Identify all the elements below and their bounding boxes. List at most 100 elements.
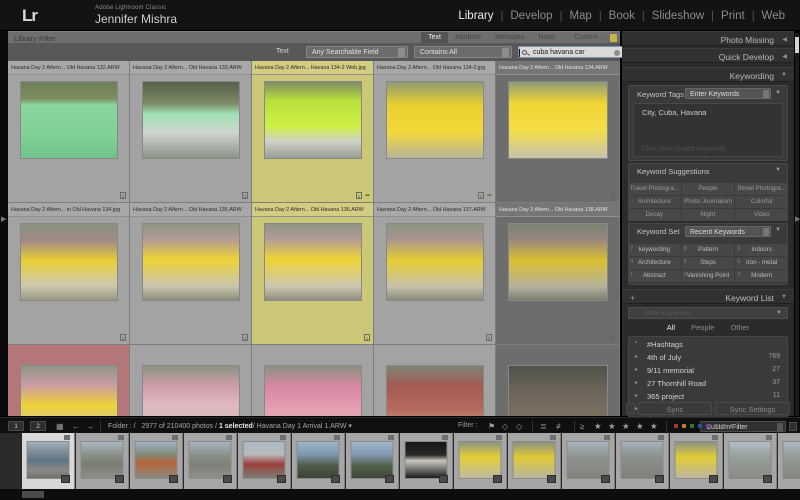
filmstrip-thumbnail-cell[interactable]: [22, 433, 75, 489]
filmstrip[interactable]: ⋯: [0, 433, 800, 500]
keyword-set-dropdown[interactable]: Recent Keywords: [685, 226, 771, 237]
grid-cell[interactable]: Havana Day 2 Aftern... Old Havana 135.AR…: [130, 203, 252, 345]
grid-cell[interactable]: Havana Day 2 Aftern... Havana 134-2 Web.…: [252, 61, 374, 203]
keyword-badge-icon[interactable]: 1: [610, 334, 616, 341]
filmstrip-thumbnail[interactable]: [242, 441, 286, 479]
filmstrip-thumbnail-cell[interactable]: [346, 433, 399, 489]
keyword-badge-icon[interactable]: 1: [477, 192, 484, 199]
filmstrip-thumbnail-cell[interactable]: [454, 433, 507, 489]
filmstrip-thumbnail-cell[interactable]: [400, 433, 453, 489]
virtual-copy-icon[interactable]: ➦: [365, 192, 370, 199]
filmstrip-badge-icon[interactable]: [547, 475, 556, 483]
filmstrip-flag-icon[interactable]: [766, 435, 772, 440]
photo-thumbnail[interactable]: [19, 223, 118, 301]
rating-gte-icon[interactable]: ≥: [580, 422, 584, 431]
filmstrip-flag-icon[interactable]: [712, 435, 718, 440]
filter-preset-label[interactable]: Custom ...: [574, 34, 606, 41]
filmstrip-flag-icon[interactable]: [280, 435, 286, 440]
photo-thumbnail[interactable]: [507, 81, 608, 159]
photo-thumbnail[interactable]: [385, 81, 484, 159]
photo-thumbnail[interactable]: [19, 365, 118, 416]
filmstrip-flag-icon[interactable]: [550, 435, 556, 440]
module-print[interactable]: Print: [714, 10, 752, 22]
flag-pick-icon[interactable]: ⚑: [488, 422, 495, 431]
color-label-swatch[interactable]: [698, 424, 702, 428]
keyword-suggestion[interactable]: Street Photogra...: [735, 183, 788, 195]
disclosure-triangle-icon[interactable]: ▪: [635, 340, 637, 346]
filmstrip-thumbnail-cell[interactable]: [616, 433, 669, 489]
right-panel-scrollbar[interactable]: [795, 33, 799, 416]
photo-thumbnail[interactable]: [263, 81, 362, 159]
photo-thumbnail[interactable]: [19, 81, 118, 159]
disclosure-triangle-icon[interactable]: ▸: [635, 353, 638, 360]
filmstrip-thumbnail[interactable]: [350, 441, 394, 479]
filmstrip-flag-icon[interactable]: [64, 435, 70, 440]
section-photo-missing[interactable]: Photo Missing ◀: [622, 31, 794, 46]
filmstrip-track[interactable]: [0, 433, 800, 489]
filmstrip-badge-icon[interactable]: [655, 475, 664, 483]
module-web[interactable]: Web: [755, 10, 792, 22]
grid-cell[interactable]: Havana Day 2 Aftern... Old Havana 134.AR…: [496, 61, 620, 203]
photo-thumbnail[interactable]: [385, 365, 484, 416]
module-picker[interactable]: Library | Develop | Map | Book | Slideshow | Print…: [451, 7, 792, 25]
photo-thumbnail[interactable]: [141, 365, 240, 416]
keyword-suggestion[interactable]: Video: [735, 209, 788, 221]
keyword-list-tab-all[interactable]: All: [667, 323, 675, 335]
section-quick-develop[interactable]: Quick Develop ◀: [622, 48, 794, 63]
keyword-suggestions-menu-icon[interactable]: ▼: [775, 167, 781, 173]
keyword-set-menu-icon[interactable]: ▼: [775, 227, 781, 233]
keyword-badge-icon[interactable]: 1: [355, 192, 362, 199]
keyword-badge-icon[interactable]: 1: [242, 192, 248, 199]
grid-cell[interactable]: Havana Day 2 Aftern... Old Havana 137.AR…: [374, 203, 496, 345]
filmstrip-badge-icon[interactable]: [439, 475, 448, 483]
color-label-swatch[interactable]: [674, 424, 678, 428]
photo-thumbnail[interactable]: [141, 223, 240, 301]
module-develop[interactable]: Develop: [503, 10, 559, 22]
toolbar-options-icon[interactable]: [789, 422, 797, 431]
filmstrip-scrollbar[interactable]: [0, 489, 800, 500]
filmstrip-thumbnail[interactable]: [728, 441, 772, 479]
add-keyword-button[interactable]: +: [630, 293, 635, 303]
filmstrip-badge-icon[interactable]: [277, 475, 286, 483]
keyword-set-item[interactable]: 4 Architecture: [628, 257, 681, 269]
filmstrip-thumbnail[interactable]: [188, 441, 232, 479]
filmstrip-flag-icon[interactable]: [172, 435, 178, 440]
keyword-set-grid[interactable]: 7 keywording 8 Pattern 9 indoors 4 Architecture…: [628, 244, 788, 282]
keyword-set-item[interactable]: 2 Vanishing Point: [681, 270, 735, 282]
photo-thumbnail[interactable]: [507, 365, 608, 416]
source-dropdown-icon[interactable]: ▾: [348, 423, 352, 430]
filmstrip-badge-icon[interactable]: [61, 475, 70, 483]
filmstrip-thumbnail[interactable]: [134, 441, 178, 479]
left-panel-collapsed[interactable]: [0, 31, 8, 416]
keyword-set-item[interactable]: 7 keywording: [628, 244, 681, 256]
keyword-set-item[interactable]: 6 iron - metal: [735, 257, 788, 269]
filmstrip-badge-icon[interactable]: [763, 475, 772, 483]
photo-thumbnail[interactable]: [141, 81, 240, 159]
keyword-set-item[interactable]: 9 indoors: [735, 244, 788, 256]
keyword-suggestion[interactable]: Colorful: [735, 196, 788, 208]
keyword-set-item[interactable]: 8 Pattern: [681, 244, 735, 256]
section-keywording[interactable]: Keywording ▼: [622, 67, 794, 82]
filmstrip-thumbnail[interactable]: [26, 441, 70, 479]
keyword-badge-icon[interactable]: 1: [610, 192, 616, 199]
keyword-tags-menu-icon[interactable]: ▼: [775, 90, 781, 96]
section-keyword-list[interactable]: + Keyword List ▼: [622, 289, 794, 304]
flag-reject-icon[interactable]: ◇: [516, 422, 522, 431]
chevron-down-icon[interactable]: ▼: [776, 310, 782, 316]
grid-cell[interactable]: Havana Day 2 Aftern... Old Havana 134-2.…: [374, 61, 496, 203]
filmstrip-badge-icon[interactable]: [223, 475, 232, 483]
keyword-suggestion[interactable]: Travel Photogra...: [628, 183, 681, 195]
grid-cell[interactable]: Havana Day 2 Aftern... in Old Havana 134…: [8, 203, 130, 345]
color-label-swatch[interactable]: [722, 424, 726, 428]
keyword-entry-mode-dropdown[interactable]: Enter Keywords: [685, 88, 771, 99]
clear-search-icon[interactable]: [614, 50, 620, 56]
filmstrip-thumbnail[interactable]: [296, 441, 340, 479]
module-library[interactable]: Library: [451, 10, 500, 22]
filmstrip-flag-icon[interactable]: [334, 435, 340, 440]
disclosure-triangle-icon[interactable]: ▸: [635, 379, 638, 386]
sort-descending-icon[interactable]: ≢: [556, 422, 564, 431]
photo-thumbnail[interactable]: [263, 365, 362, 416]
sort-ascending-icon[interactable]: ≣: [540, 422, 547, 431]
filmstrip-thumbnail-cell[interactable]: [76, 433, 129, 489]
flag-unflagged-icon[interactable]: ◇: [502, 422, 508, 431]
